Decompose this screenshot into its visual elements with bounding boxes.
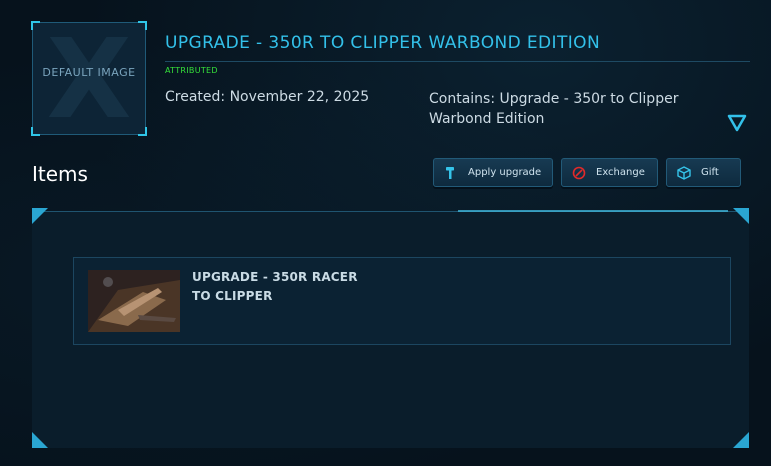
title-divider <box>165 61 750 62</box>
contains-text: Contains: Upgrade - 350r to Clipper Warb… <box>429 91 679 127</box>
created-date: Created: November 22, 2025 <box>165 89 370 105</box>
items-heading: Items <box>32 162 88 186</box>
list-item[interactable]: UPGRADE - 350R RACER TO CLIPPER <box>73 257 731 345</box>
corner-mark <box>138 127 147 136</box>
panel-corner <box>733 432 749 448</box>
panel-corner <box>733 208 749 224</box>
status-badge: ATTRIBUTED <box>165 66 218 75</box>
pledge-thumbnail: X DEFAULT IMAGE <box>31 21 147 136</box>
exchange-icon <box>572 166 586 179</box>
ship-image <box>88 270 180 332</box>
apply-upgrade-label: Apply upgrade <box>468 167 542 178</box>
exchange-button[interactable]: Exchange <box>561 158 658 187</box>
pledge-title: UPGRADE - 350R TO CLIPPER WARBOND EDITIO… <box>165 33 601 53</box>
expand-icon[interactable] <box>727 113 747 133</box>
item-name: UPGRADE - 350R RACER TO CLIPPER <box>192 270 358 303</box>
ship-thumbnail <box>88 270 180 332</box>
gift-label: Gift <box>701 167 719 178</box>
exchange-label: Exchange <box>596 167 645 178</box>
panel-corner <box>32 432 48 448</box>
apply-upgrade-button[interactable]: Apply upgrade <box>433 158 553 187</box>
gift-icon <box>677 165 691 180</box>
panel-top-accent <box>458 210 728 212</box>
hammer-icon <box>446 166 454 179</box>
gift-button[interactable]: Gift <box>666 158 741 187</box>
corner-mark <box>138 21 147 30</box>
thumbnail-placeholder-text: DEFAULT IMAGE <box>42 66 136 79</box>
panel-corner <box>32 208 48 224</box>
corner-mark <box>31 127 40 136</box>
corner-mark <box>31 21 40 30</box>
